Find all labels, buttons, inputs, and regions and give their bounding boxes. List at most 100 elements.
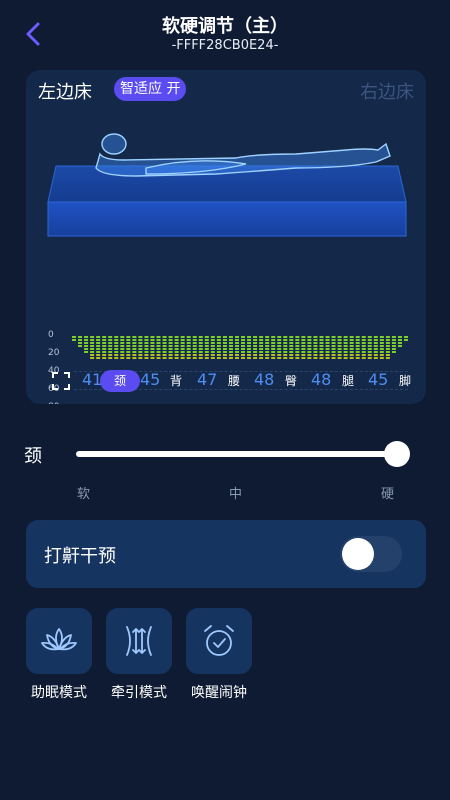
pressure-bar-segment — [271, 351, 276, 353]
traction-mode-button[interactable]: 牵引模式 — [104, 608, 174, 702]
pressure-bar-segment — [391, 351, 396, 353]
wake-alarm-button[interactable]: 唤醒闹钟 — [184, 608, 254, 702]
pressure-bar-segment — [289, 357, 294, 359]
pressure-bar-segment — [265, 357, 270, 359]
pressure-bar-segment — [325, 336, 330, 338]
pressure-bar-segment — [259, 339, 264, 341]
pressure-bar-segment — [84, 348, 89, 350]
pressure-bar-segment — [222, 336, 227, 338]
pressure-bar-segment — [283, 354, 288, 356]
pressure-bar-segment — [373, 345, 378, 347]
sleep-aid-mode-label: 助眠模式 — [31, 685, 87, 701]
pressure-bar-segment — [247, 348, 252, 350]
pressure-bar-segment — [391, 339, 396, 341]
device-id: -FFFF28CB0E24- — [171, 38, 279, 53]
pressure-bar-segment — [379, 336, 384, 338]
pressure-bar-segment — [367, 342, 372, 344]
pressure-bar-segment — [108, 339, 113, 341]
pressure-bar-segment — [156, 348, 161, 350]
pressure-bar-segment — [355, 351, 360, 353]
pressure-bar-segment — [216, 351, 221, 353]
pressure-bar-segment — [325, 339, 330, 341]
pressure-bar-segment — [307, 348, 312, 350]
firmness-slider-track[interactable] — [76, 451, 396, 457]
zone-tab-hip[interactable]: 臀 — [271, 370, 311, 392]
left-side-tab[interactable]: 左边床 — [38, 78, 92, 104]
adaptive-badge[interactable]: 智适应 开 — [114, 77, 187, 101]
pressure-bar-segment — [271, 354, 276, 356]
pressure-bar-segment — [349, 348, 354, 350]
firmness-slider-thumb[interactable] — [384, 441, 410, 467]
pressure-bar-segment — [132, 357, 137, 359]
zone-tab-waist[interactable]: 腰 — [214, 370, 254, 392]
pressure-bar-segment — [186, 339, 191, 341]
pressure-bar-segment — [331, 342, 336, 344]
pressure-bar-segment — [331, 357, 336, 359]
pressure-bar-segment — [210, 357, 215, 359]
pressure-bar-segment — [126, 345, 131, 347]
pressure-bar-segment — [241, 339, 246, 341]
pressure-bar-segment — [126, 336, 131, 338]
pressure-bar-segment — [247, 351, 252, 353]
pressure-bar-segment — [222, 357, 227, 359]
pressure-bar-segment — [120, 339, 125, 341]
pressure-bar-segment — [138, 351, 143, 353]
zone-selector: 颈 背 腰 臀 腿 脚 — [48, 368, 418, 394]
pressure-bar-segment — [138, 342, 143, 344]
pressure-bar-segment — [102, 339, 107, 341]
pressure-bar-segment — [162, 342, 167, 344]
pressure-bar-segment — [247, 339, 252, 341]
pressure-bar-segment — [168, 348, 173, 350]
pressure-bar-segment — [234, 345, 239, 347]
pressure-bar-segment — [114, 348, 119, 350]
pressure-bar-segment — [174, 339, 179, 341]
pressure-bar-segment — [289, 351, 294, 353]
pressure-bar-segment — [180, 348, 185, 350]
pressure-bar-segment — [108, 336, 113, 338]
sleep-aid-mode-button[interactable]: 助眠模式 — [24, 608, 94, 702]
pressure-bar-segment — [96, 348, 101, 350]
pressure-bar-segment — [379, 357, 384, 359]
pressure-bar-segment — [198, 339, 203, 341]
pressure-bar-segment — [234, 342, 239, 344]
pressure-bar-segment — [241, 348, 246, 350]
snore-intervention-toggle[interactable] — [340, 536, 402, 572]
pressure-bar-segment — [397, 342, 402, 344]
pressure-bar-segment — [367, 339, 372, 341]
pressure-bar-segment — [397, 345, 402, 347]
pressure-bar-segment — [192, 357, 197, 359]
pressure-bar-segment — [192, 351, 197, 353]
pressure-bar-segment — [313, 342, 318, 344]
pressure-bar-segment — [114, 342, 119, 344]
pressure-bar-segment — [295, 342, 300, 344]
pressure-bar-segment — [397, 336, 402, 338]
pressure-bar-segment — [78, 336, 83, 338]
zone-tab-back[interactable]: 背 — [156, 370, 196, 392]
pressure-bar-segment — [349, 345, 354, 347]
pressure-bar-segment — [253, 357, 258, 359]
zone-tab-foot[interactable]: 脚 — [385, 370, 425, 392]
pressure-bar-segment — [168, 354, 173, 356]
zone-tab-leg[interactable]: 腿 — [328, 370, 368, 392]
pressure-bar-segment — [186, 342, 191, 344]
pressure-bar-segment — [373, 357, 378, 359]
pressure-bar-segment — [222, 345, 227, 347]
pressure-bar-segment — [120, 351, 125, 353]
pressure-bar-segment — [192, 336, 197, 338]
pressure-bar-segment — [84, 351, 89, 353]
pressure-bar-segment — [253, 336, 258, 338]
pressure-bar-segment — [216, 345, 221, 347]
pressure-bar-segment — [108, 354, 113, 356]
expand-icon[interactable] — [52, 372, 70, 390]
pressure-bar-segment — [247, 354, 252, 356]
pressure-bar-segment — [295, 351, 300, 353]
pressure-bar-segment — [162, 336, 167, 338]
zone-tab-neck[interactable]: 颈 — [100, 370, 140, 392]
right-side-tab[interactable]: 右边床 — [360, 78, 414, 104]
pressure-bar-segment — [289, 354, 294, 356]
pressure-bar-segment — [156, 339, 161, 341]
pressure-bar-segment — [355, 354, 360, 356]
pressure-bar-segment — [120, 342, 125, 344]
pressure-bar-segment — [156, 351, 161, 353]
toggle-knob — [342, 538, 374, 570]
